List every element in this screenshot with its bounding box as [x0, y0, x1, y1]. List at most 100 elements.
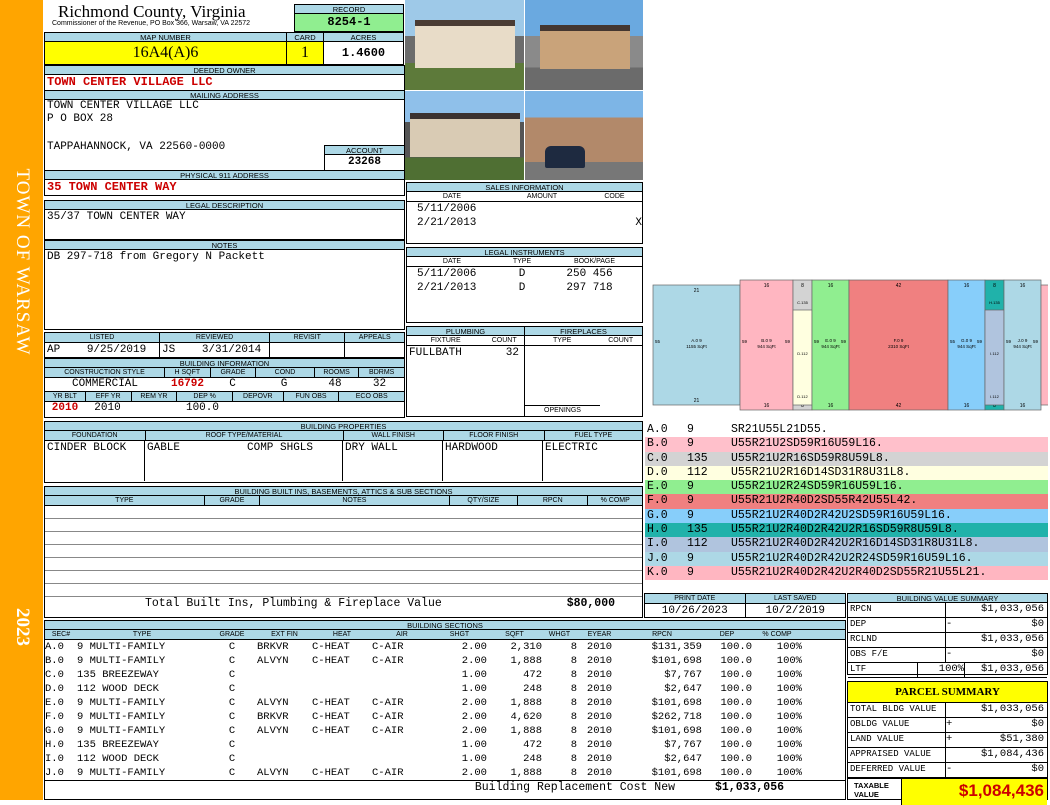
print-date: 10/26/2023 — [645, 604, 746, 618]
section-cell: 100.0 — [720, 739, 752, 751]
sketch-code-id: H.0 — [647, 523, 668, 537]
sketch-code-code: U55R21U2R40D2SD55R42U55L42. — [731, 494, 918, 508]
section-cell: C — [228, 711, 236, 723]
section-cell: 100.0 — [720, 725, 752, 737]
summary-sign — [946, 703, 964, 717]
instrument-date: 2/21/2013 — [417, 282, 477, 294]
sketch-code-list: A.0 9 SR21U55L21D55. B.0 9 U55R21U2SD59R16U59… — [645, 423, 1048, 581]
taxable-value: $1,084,436 — [902, 779, 1047, 805]
fireplaces-box: FIREPLACES TYPE COUNT OPENINGS — [524, 326, 643, 417]
bi-col-effyr: EFF YR — [86, 392, 132, 401]
appeals-header: APPEALS — [358, 334, 391, 341]
sketch-subsection — [984, 309, 1005, 406]
sketch-code-n: 9 — [687, 480, 694, 494]
instrument-type: D — [518, 268, 526, 280]
section-cell: C-HEAT — [312, 711, 350, 723]
bi-col-cond: COND — [256, 368, 315, 377]
section-cell: 2.00 — [461, 655, 487, 667]
account-label: ACCOUNT — [325, 146, 404, 155]
section-cell — [312, 668, 372, 682]
section-cell: $101,698 — [651, 725, 702, 737]
section-cell: 100% — [776, 683, 802, 695]
sections-col-header: WHGT — [548, 631, 571, 638]
town-label: TOWN OF WARSAW — [12, 168, 33, 356]
sketch-dim-top: 16 — [1020, 283, 1026, 289]
summary-sign: + — [946, 718, 953, 730]
builtins-col-type: TYPE — [45, 496, 205, 505]
sketch-block-label: G.0 9 — [961, 338, 973, 343]
summary-value: $1,084,436 — [980, 748, 1044, 760]
card-box: CARD 1 — [286, 32, 324, 65]
instrument-row: 2/21/2013 D 297 718 — [407, 281, 642, 295]
section-row: B.0 9 MULTI-FAMILY C ALVYN C-HEAT C-AIR 2.00 1,… — [45, 654, 845, 668]
section-cell: C-HEAT — [312, 767, 350, 779]
section-cell: 9 MULTI-FAMILY — [77, 711, 166, 723]
value-summary-box: BUILDING VALUE SUMMARY RPCN $1,033,056 DEP… — [847, 593, 1048, 678]
sketch-code-n: 9 — [687, 423, 694, 436]
sketch-dim-left: 55 — [950, 339, 956, 344]
section-cell: BRKVR — [257, 711, 289, 723]
summary-label: RCLND — [848, 633, 946, 647]
section-cell: 2.00 — [461, 711, 487, 723]
sketch-code-n: 9 — [687, 565, 694, 579]
card-value: 1 — [287, 42, 323, 64]
sketch-code-id: A.0 — [647, 423, 668, 436]
section-cell: 135 BREEZEWAY — [77, 669, 159, 681]
sketch-block-area: 1155 SqFt — [686, 344, 707, 349]
legal-label: LEGAL DESCRIPTION — [45, 201, 404, 210]
bi-col-yrblt: YR BLT — [45, 392, 86, 401]
sales-row: 2/21/2013 X — [407, 216, 642, 230]
builtins-col-rpcn: RPCN — [518, 496, 589, 505]
section-cell: C-AIR — [372, 725, 404, 737]
sketch-block-area: 944 SqFt — [757, 344, 776, 349]
prop-roof-type: GABLE — [147, 442, 181, 454]
section-cell: 1,888 — [510, 725, 542, 737]
section-cell: E.0 — [45, 697, 64, 709]
properties-label: BUILDING PROPERTIES — [45, 422, 642, 431]
sketch-code-code: U55R21U2R16D14SD31R8U31L8. — [731, 465, 911, 479]
reviewed-header: REVIEWED — [160, 333, 271, 342]
sketch-dim-right: 59 — [841, 339, 847, 344]
instrument-date: 5/11/2006 — [417, 268, 477, 280]
bi-col-depovr: DEPOVR — [233, 392, 284, 401]
section-cell — [372, 752, 432, 766]
notes-label: NOTES — [45, 241, 404, 250]
section-cell: 1,888 — [510, 697, 542, 709]
plumbing-count: 32 — [505, 347, 519, 359]
section-cell: C — [228, 767, 236, 779]
sketch-block-label: A.0 9 — [691, 338, 702, 343]
mailing-line-1: TOWN CENTER VILLAGE LLC — [47, 100, 199, 112]
sketch-block-label: B.0 9 — [761, 338, 772, 343]
property-photo-3[interactable] — [405, 91, 524, 180]
section-cell: 112 WOOD DECK — [77, 753, 159, 765]
section-cell: C — [228, 697, 236, 709]
property-photo-1[interactable] — [405, 0, 524, 90]
prop-foundation: CINDER BLOCK — [45, 441, 145, 481]
property-photo-4[interactable] — [525, 91, 643, 180]
legal-text: 35/37 TOWN CENTER WAY — [47, 211, 186, 223]
summary-label: RPCN — [848, 603, 946, 617]
record-box: RECORD 8254-1 — [294, 4, 404, 32]
summary-value: $1,033,056 — [980, 603, 1044, 615]
sketch-dim-top: 16 — [764, 283, 770, 289]
sketch-code-id: C.0 — [647, 451, 668, 465]
section-cell: 9 MULTI-FAMILY — [77, 725, 166, 737]
sketch-code-row: D.0 112 U55R21U2R16D14SD31R8U31L8. — [645, 465, 1048, 481]
fireplaces-col-count: COUNT — [608, 337, 634, 344]
sketch-code-code: U55R21U2R40D2R42U2R24SD59R16U59L16. — [731, 551, 973, 565]
summary-value: $0 — [1031, 648, 1044, 660]
bi-hsqft: 16792 — [170, 378, 204, 390]
summary-value: $1,033,056 — [980, 663, 1044, 675]
section-cell: $7,767 — [664, 669, 702, 681]
bi-dep: 100.0 — [185, 402, 219, 414]
print-box: PRINT DATE LAST SAVED 10/26/2023 10/2/20… — [644, 593, 846, 618]
property-photo-2[interactable] — [525, 0, 643, 90]
summary-value: $0 — [1031, 618, 1044, 630]
section-cell: 2,310 — [510, 641, 542, 653]
sketch-dim-bottom: 16 — [1020, 403, 1026, 409]
sketch-code-n: 9 — [687, 551, 694, 565]
account-value: 23268 — [347, 156, 381, 168]
sales-col-date: DATE — [442, 193, 462, 200]
section-cell — [372, 668, 432, 682]
record-label: RECORD — [295, 5, 403, 14]
